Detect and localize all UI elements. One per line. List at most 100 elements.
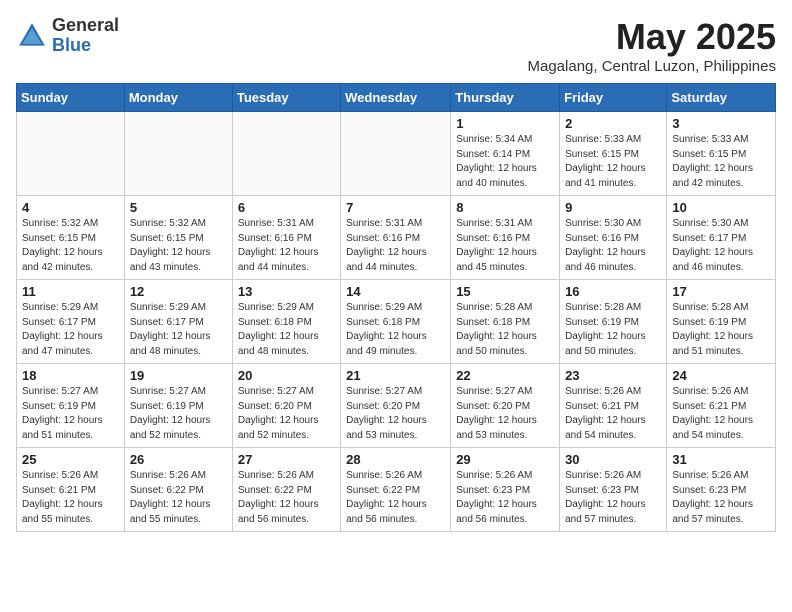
day-info: Sunrise: 5:33 AM Sunset: 6:15 PM Dayligh…	[565, 133, 661, 191]
day-info: Sunrise: 5:26 AM Sunset: 6:22 PM Dayligh…	[238, 469, 335, 527]
day-number: 19	[130, 368, 227, 383]
weekday-header-sunday: Sunday	[17, 84, 125, 112]
day-number: 6	[238, 200, 335, 215]
calendar-day-15: 15 Sunrise: 5:28 AM Sunset: 6:18 PM Dayli…	[451, 280, 560, 364]
day-number: 10	[672, 200, 770, 215]
location-label: Magalang, Central Luzon, Philippines	[528, 58, 777, 75]
calendar-day-2: 2 Sunrise: 5:33 AM Sunset: 6:15 PM Daylig…	[560, 112, 667, 196]
day-number: 12	[130, 284, 227, 299]
day-number: 30	[565, 452, 661, 467]
calendar-empty-cell	[232, 112, 340, 196]
calendar-day-31: 31 Sunrise: 5:26 AM Sunset: 6:23 PM Dayli…	[667, 448, 776, 532]
calendar-day-18: 18Sunrise: 5:27 AM Sunset: 6:19 PM Dayli…	[17, 364, 125, 448]
calendar-day-20: 20Sunrise: 5:27 AM Sunset: 6:20 PM Dayli…	[232, 364, 340, 448]
logo-blue-label: Blue	[52, 36, 119, 56]
weekday-header-tuesday: Tuesday	[232, 84, 340, 112]
title-block: May 2025 Magalang, Central Luzon, Philip…	[528, 16, 777, 75]
day-number: 15	[456, 284, 554, 299]
day-number: 18	[22, 368, 119, 383]
day-info: Sunrise: 5:26 AM Sunset: 6:22 PM Dayligh…	[130, 469, 227, 527]
calendar-day-25: 25 Sunrise: 5:26 AM Sunset: 6:21 PM Dayli…	[17, 448, 125, 532]
calendar-day-12: 12 Sunrise: 5:29 AM Sunset: 6:17 PM Dayli…	[124, 280, 232, 364]
calendar-day-21: 21Sunrise: 5:27 AM Sunset: 6:20 PM Dayli…	[341, 364, 451, 448]
day-number: 3	[672, 116, 770, 131]
logo: General Blue	[16, 16, 119, 56]
calendar-week-row: 25 Sunrise: 5:26 AM Sunset: 6:21 PM Dayli…	[17, 448, 776, 532]
calendar-table: SundayMondayTuesdayWednesdayThursdayFrid…	[16, 83, 776, 532]
day-number: 26	[130, 452, 227, 467]
day-number: 29	[456, 452, 554, 467]
day-info: Sunrise: 5:27 AM Sunset: 6:20 PM Dayligh…	[456, 385, 554, 443]
day-info: Sunrise: 5:33 AM Sunset: 6:15 PM Dayligh…	[672, 133, 770, 191]
calendar-day-16: 16 Sunrise: 5:28 AM Sunset: 6:19 PM Dayli…	[560, 280, 667, 364]
day-number: 24	[672, 368, 770, 383]
day-info: Sunrise: 5:32 AM Sunset: 6:15 PM Dayligh…	[130, 217, 227, 275]
weekday-header-monday: Monday	[124, 84, 232, 112]
day-number: 9	[565, 200, 661, 215]
logo-icon	[16, 20, 48, 52]
weekday-header-wednesday: Wednesday	[341, 84, 451, 112]
calendar-day-13: 13Sunrise: 5:29 AM Sunset: 6:18 PM Dayli…	[232, 280, 340, 364]
day-number: 4	[22, 200, 119, 215]
day-number: 8	[456, 200, 554, 215]
logo-text: General Blue	[52, 16, 119, 56]
day-number: 27	[238, 452, 335, 467]
day-number: 7	[346, 200, 445, 215]
day-number: 20	[238, 368, 335, 383]
day-info: Sunrise: 5:32 AM Sunset: 6:15 PM Dayligh…	[22, 217, 119, 275]
day-info: Sunrise: 5:29 AM Sunset: 6:17 PM Dayligh…	[130, 301, 227, 359]
day-number: 31	[672, 452, 770, 467]
calendar-empty-cell	[124, 112, 232, 196]
calendar-day-11: 11Sunrise: 5:29 AM Sunset: 6:17 PM Dayli…	[17, 280, 125, 364]
day-number: 2	[565, 116, 661, 131]
logo-general-label: General	[52, 16, 119, 36]
day-info: Sunrise: 5:26 AM Sunset: 6:21 PM Dayligh…	[22, 469, 119, 527]
calendar-day-4: 4 Sunrise: 5:32 AM Sunset: 6:15 PM Daylig…	[17, 196, 125, 280]
calendar-day-22: 22 Sunrise: 5:27 AM Sunset: 6:20 PM Dayli…	[451, 364, 560, 448]
day-info: Sunrise: 5:28 AM Sunset: 6:18 PM Dayligh…	[456, 301, 554, 359]
calendar-day-17: 17 Sunrise: 5:28 AM Sunset: 6:19 PM Dayli…	[667, 280, 776, 364]
day-info: Sunrise: 5:26 AM Sunset: 6:23 PM Dayligh…	[672, 469, 770, 527]
calendar-day-6: 6Sunrise: 5:31 AM Sunset: 6:16 PM Daylig…	[232, 196, 340, 280]
day-number: 14	[346, 284, 445, 299]
day-info: Sunrise: 5:26 AM Sunset: 6:22 PM Dayligh…	[346, 469, 445, 527]
weekday-header-friday: Friday	[560, 84, 667, 112]
weekday-header-saturday: Saturday	[667, 84, 776, 112]
calendar-day-23: 23 Sunrise: 5:26 AM Sunset: 6:21 PM Dayli…	[560, 364, 667, 448]
day-info: Sunrise: 5:27 AM Sunset: 6:19 PM Dayligh…	[130, 385, 227, 443]
calendar-day-19: 19 Sunrise: 5:27 AM Sunset: 6:19 PM Dayli…	[124, 364, 232, 448]
day-number: 23	[565, 368, 661, 383]
day-number: 1	[456, 116, 554, 131]
day-info: Sunrise: 5:28 AM Sunset: 6:19 PM Dayligh…	[672, 301, 770, 359]
day-info: Sunrise: 5:29 AM Sunset: 6:18 PM Dayligh…	[346, 301, 445, 359]
calendar-day-1: 1 Sunrise: 5:34 AM Sunset: 6:14 PM Daylig…	[451, 112, 560, 196]
day-number: 5	[130, 200, 227, 215]
calendar-day-26: 26 Sunrise: 5:26 AM Sunset: 6:22 PM Dayli…	[124, 448, 232, 532]
day-info: Sunrise: 5:29 AM Sunset: 6:18 PM Dayligh…	[238, 301, 335, 359]
day-info: Sunrise: 5:26 AM Sunset: 6:21 PM Dayligh…	[565, 385, 661, 443]
calendar-day-8: 8Sunrise: 5:31 AM Sunset: 6:16 PM Daylig…	[451, 196, 560, 280]
calendar-week-row: 11 Sunrise: 5:29 AM Sunset: 6:17 PM Dayli…	[17, 280, 776, 364]
weekday-header-thursday: Thursday	[451, 84, 560, 112]
calendar-week-row: 4 Sunrise: 5:32 AM Sunset: 6:15 PM Daylig…	[17, 196, 776, 280]
day-number: 16	[565, 284, 661, 299]
day-number: 25	[22, 452, 119, 467]
day-number: 17	[672, 284, 770, 299]
day-number: 22	[456, 368, 554, 383]
day-info: Sunrise: 5:34 AM Sunset: 6:14 PM Dayligh…	[456, 133, 554, 191]
weekday-header-row: SundayMondayTuesdayWednesdayThursdayFrid…	[17, 84, 776, 112]
calendar-week-row: 18 Sunrise: 5:27 AM Sunset: 6:19 PM Dayli…	[17, 364, 776, 448]
calendar-day-5: 5 Sunrise: 5:32 AM Sunset: 6:15 PM Daylig…	[124, 196, 232, 280]
day-info: Sunrise: 5:28 AM Sunset: 6:19 PM Dayligh…	[565, 301, 661, 359]
calendar-day-30: 30Sunrise: 5:26 AM Sunset: 6:23 PM Dayli…	[560, 448, 667, 532]
calendar-week-row: 1 Sunrise: 5:34 AM Sunset: 6:14 PM Daylig…	[17, 112, 776, 196]
calendar-day-3: 3 Sunrise: 5:33 AM Sunset: 6:15 PM Daylig…	[667, 112, 776, 196]
calendar-empty-cell	[341, 112, 451, 196]
day-info: Sunrise: 5:30 AM Sunset: 6:17 PM Dayligh…	[672, 217, 770, 275]
calendar-day-14: 14 Sunrise: 5:29 AM Sunset: 6:18 PM Dayli…	[341, 280, 451, 364]
calendar-day-9: 9Sunrise: 5:30 AM Sunset: 6:16 PM Daylig…	[560, 196, 667, 280]
page-header: General Blue May 2025 Magalang, Central …	[16, 16, 776, 75]
day-number: 11	[22, 284, 119, 299]
day-number: 21	[346, 368, 445, 383]
calendar-day-27: 27 Sunrise: 5:26 AM Sunset: 6:22 PM Dayli…	[232, 448, 340, 532]
